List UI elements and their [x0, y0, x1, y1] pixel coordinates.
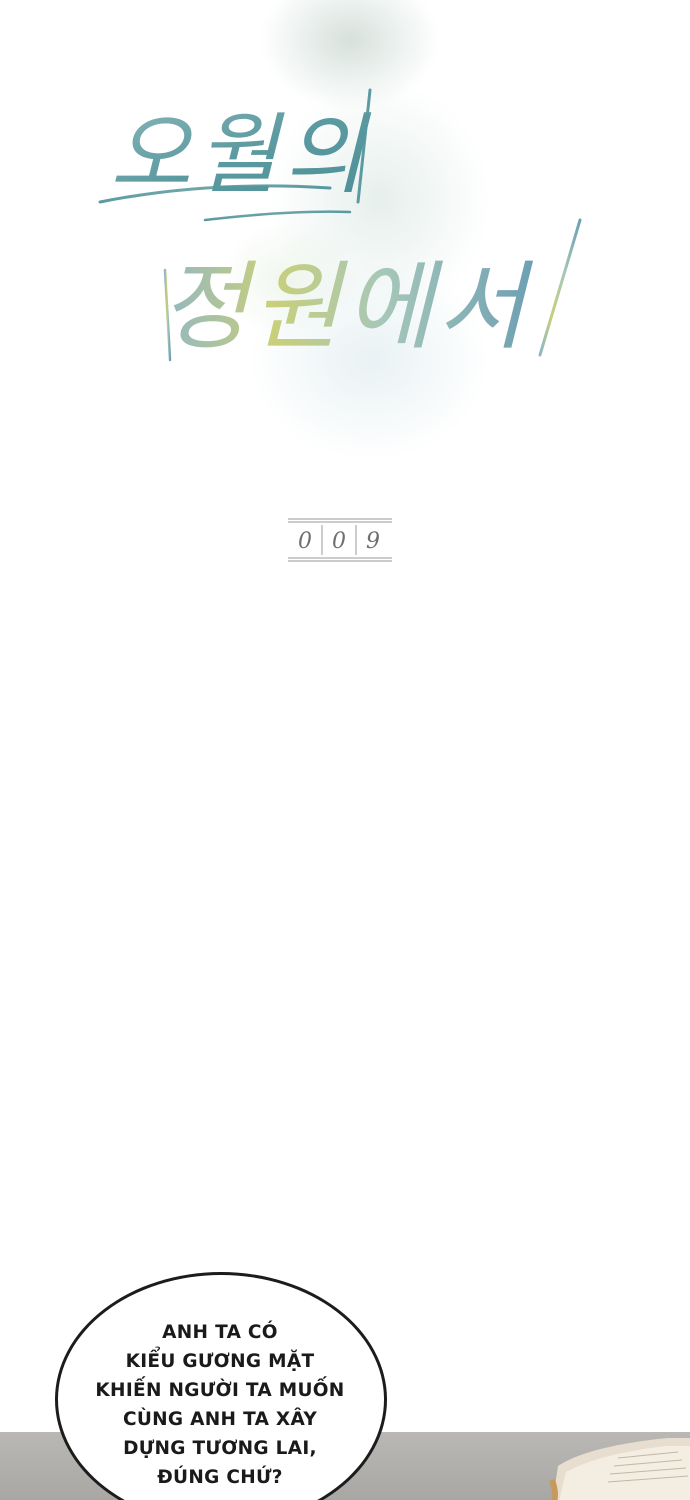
speech-line: DỰNG TƯƠNG LAI, [123, 1438, 317, 1459]
open-book-illustration [549, 1438, 690, 1500]
speech-line: CÙNG ANH TA XÂY [122, 1409, 318, 1430]
speech-line: KHIẾN NGƯỜI TA MUỐN [95, 1380, 345, 1401]
speech-line: ĐÚNG CHỨ? [157, 1467, 283, 1488]
series-title-art: 오월의 정원에서 [98, 88, 582, 363]
title-line-2: 정원에서 [160, 251, 534, 363]
speech-line: ANH TA CÓ [162, 1322, 278, 1343]
speech-bubble-text: ANH TA CÓ KIỂU GƯƠNG MẶT KHIẾN NGƯỜI TA … [70, 1318, 370, 1492]
speech-line: KIỂU GƯƠNG MẶT [125, 1351, 315, 1372]
chapter-digit-3: 9 [366, 529, 380, 554]
chapter-number: 0 0 9 [288, 518, 392, 562]
webtoon-page: 오월의 정원에서 0 0 9 ANH TA CÓ KIỂU GƯƠNG MẶT … [0, 0, 690, 1500]
title-line-1: 오월의 [110, 103, 372, 206]
chapter-digit-1: 0 [298, 529, 312, 554]
chapter-digit-2: 0 [332, 529, 346, 554]
